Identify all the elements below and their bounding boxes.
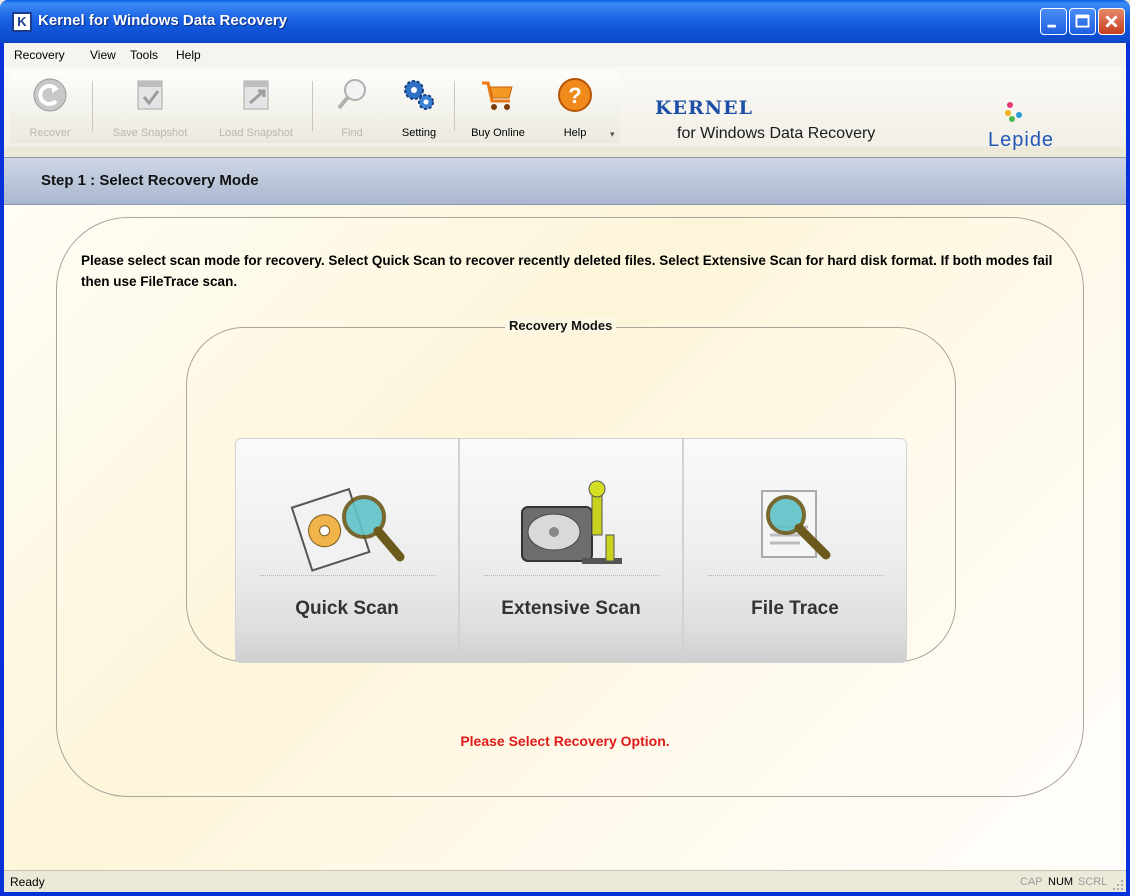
toolbar: Recover Save Snapshot Load Snapshot Find… — [4, 67, 1126, 151]
toolbar-overflow-icon[interactable]: ▾ — [610, 129, 618, 139]
toolbar-separator — [454, 81, 455, 131]
save-snapshot-button[interactable]: Save Snapshot — [96, 75, 204, 143]
client-area: Recovery View Tools Help Recover Save Sn… — [4, 43, 1126, 892]
quick-scan-button[interactable]: Quick Scan — [235, 438, 459, 663]
save-snapshot-label: Save Snapshot — [112, 127, 188, 139]
load-snapshot-icon — [243, 80, 269, 110]
extensive-scan-label: Extensive Scan — [501, 598, 641, 619]
menu-bar: Recovery View Tools Help — [4, 43, 1126, 67]
brand-kernel: KERNEL — [655, 97, 753, 119]
status-text: Ready — [10, 875, 45, 889]
title-bar[interactable]: K Kernel for Windows Data Recovery — [0, 0, 1130, 43]
load-snapshot-button[interactable]: Load Snapshot — [204, 75, 308, 143]
close-button[interactable] — [1098, 8, 1125, 35]
step-title: Step 1 : Select Recovery Mode — [41, 172, 259, 189]
divider — [484, 575, 660, 576]
find-label: Find — [341, 127, 363, 139]
recover-label: Recover — [29, 127, 71, 139]
help-label: Help — [563, 127, 587, 139]
save-snapshot-icon — [137, 80, 163, 110]
toolbar-separator — [92, 81, 93, 131]
extensive-scan-icon — [521, 480, 622, 564]
recovery-mode-panel: Please select scan mode for recovery. Se… — [4, 205, 1126, 870]
recovery-modes-legend: Recovery Modes — [505, 318, 617, 333]
brand-subtitle: for Windows Data Recovery — [677, 125, 876, 142]
recover-icon — [33, 78, 67, 112]
quick-scan-icon — [290, 487, 405, 572]
gears-icon — [404, 80, 434, 110]
resize-grip-icon[interactable] — [1112, 879, 1124, 891]
help-button[interactable]: ? Help — [544, 75, 606, 143]
buy-online-label: Buy Online — [471, 127, 525, 139]
step-header: Step 1 : Select Recovery Mode — [4, 157, 1126, 205]
magnifier-icon — [337, 79, 366, 110]
menu-recovery[interactable]: Recovery — [14, 48, 65, 62]
shopping-cart-icon — [482, 81, 513, 110]
window-title: Kernel for Windows Data Recovery — [38, 12, 288, 29]
lepide-wordmark: Lepide — [988, 129, 1055, 151]
divider — [708, 575, 884, 576]
instruction-text: Please select scan mode for recovery. Se… — [81, 253, 1053, 289]
menu-tools[interactable]: Tools — [130, 48, 158, 62]
cap-indicator: CAP — [1020, 876, 1043, 888]
help-icon: ? — [558, 78, 592, 112]
recover-button[interactable]: Recover — [12, 75, 88, 143]
extensive-scan-button[interactable]: Extensive Scan — [459, 438, 683, 663]
minimize-button[interactable] — [1040, 8, 1067, 35]
maximize-icon — [1075, 14, 1090, 28]
divider — [260, 575, 436, 576]
setting-button[interactable]: Setting — [388, 75, 450, 143]
select-option-message: Please Select Recovery Option. — [460, 733, 670, 749]
file-trace-icon — [761, 490, 831, 560]
maximize-button[interactable] — [1069, 8, 1096, 35]
menu-help[interactable]: Help — [176, 48, 201, 62]
file-trace-label: File Trace — [751, 598, 839, 619]
scrl-indicator: SCRL — [1078, 876, 1108, 888]
svg-text:?: ? — [568, 83, 581, 108]
status-bar: Ready CAP NUM SCRL — [4, 870, 1126, 892]
buy-online-button[interactable]: Buy Online — [458, 75, 538, 143]
load-snapshot-label: Load Snapshot — [218, 127, 293, 139]
num-indicator: NUM — [1048, 876, 1074, 888]
toolbar-separator — [312, 81, 313, 131]
menu-view[interactable]: View — [90, 48, 116, 62]
quick-scan-label: Quick Scan — [295, 598, 399, 619]
close-icon — [1105, 15, 1118, 28]
app-window: K Kernel for Windows Data Recovery Recov… — [0, 0, 1130, 896]
setting-label: Setting — [401, 127, 437, 139]
minimize-icon — [1047, 24, 1056, 28]
app-icon: K — [12, 12, 32, 32]
find-button[interactable]: Find — [316, 75, 388, 143]
file-trace-button[interactable]: File Trace — [683, 438, 907, 663]
